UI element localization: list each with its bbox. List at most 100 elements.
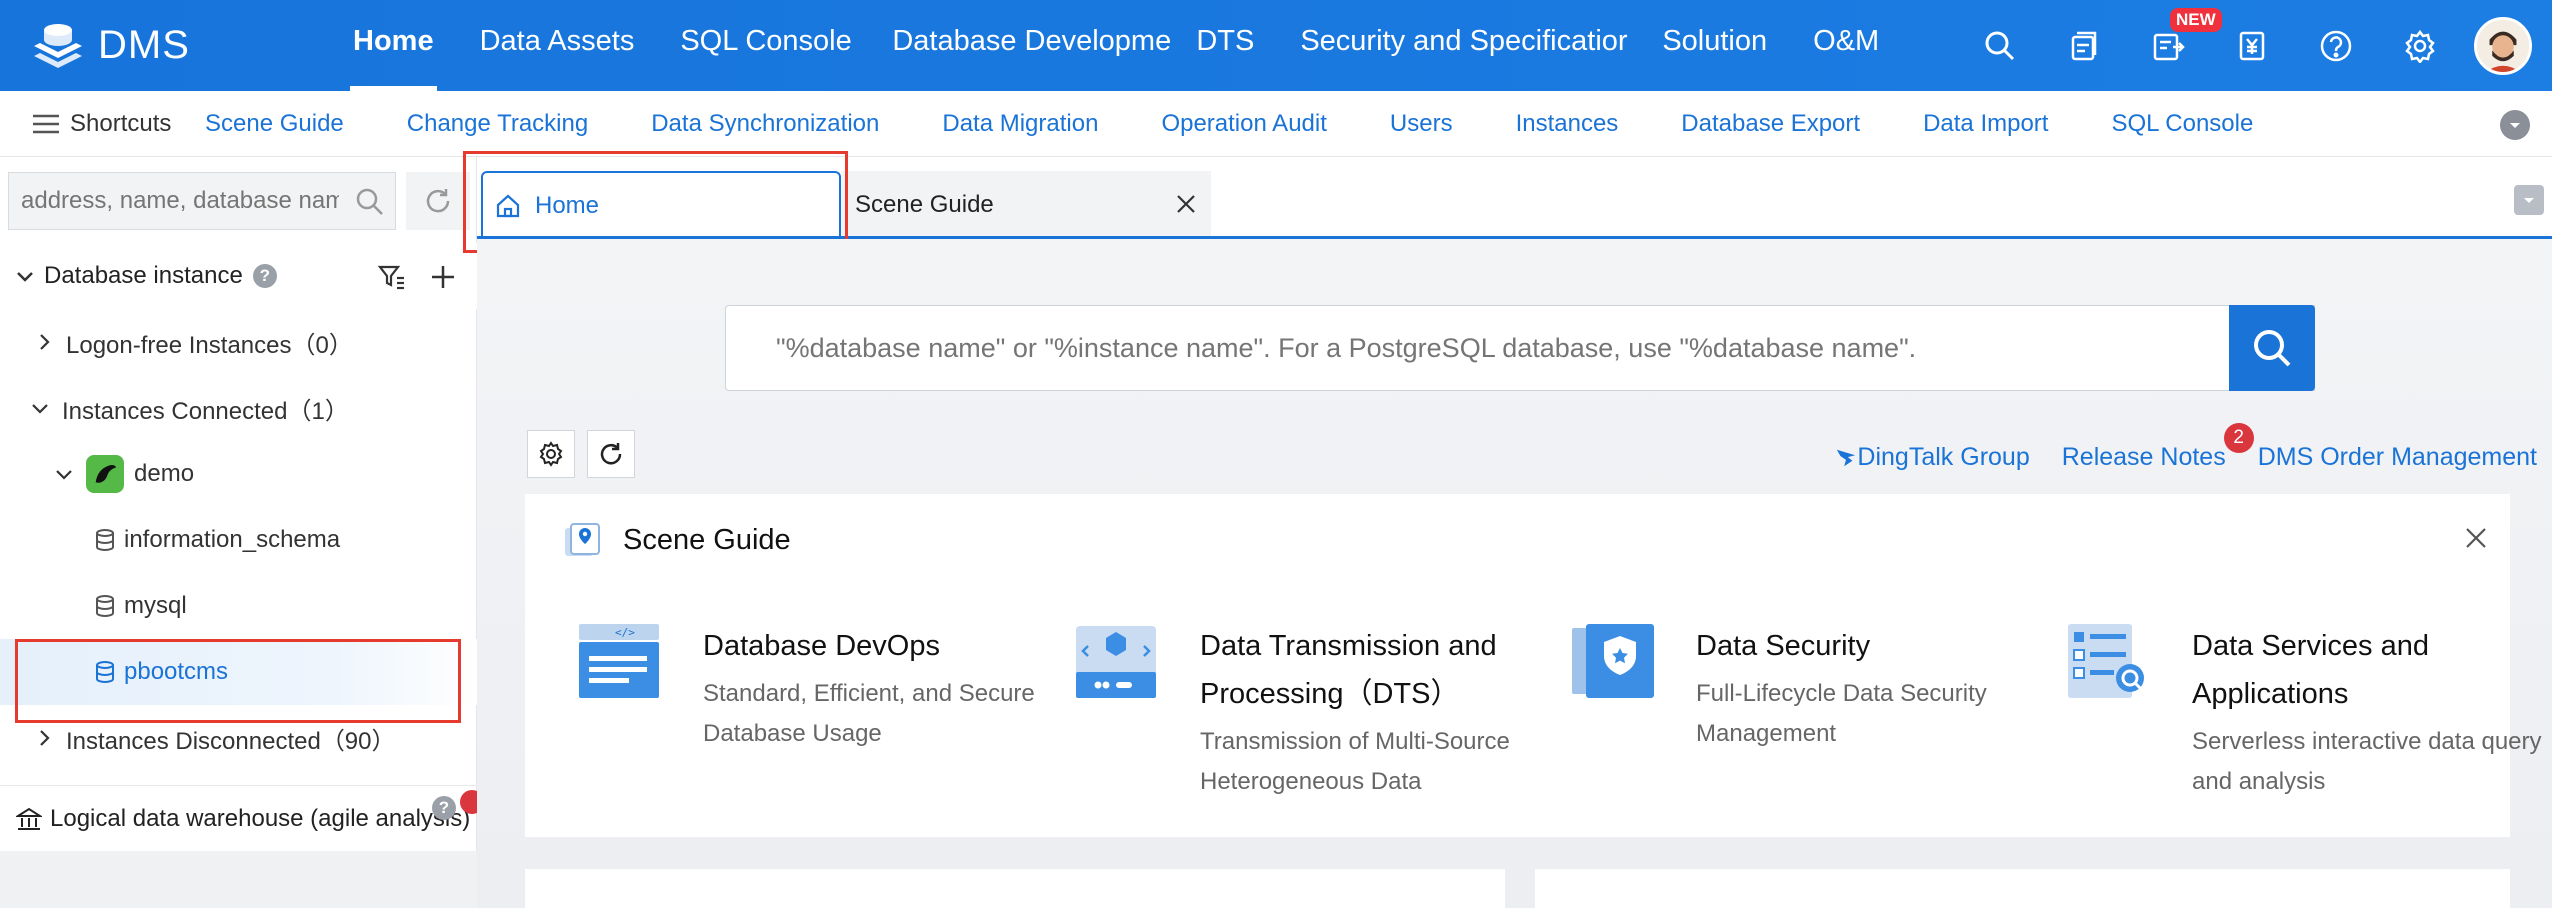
- filter-icon[interactable]: [377, 263, 405, 291]
- shortcut-links: Scene Guide Change Tracking Data Synchro…: [205, 110, 2316, 138]
- dingtalk-group-link[interactable]: DingTalk Group: [1835, 443, 2030, 472]
- shortcut-users[interactable]: Users: [1390, 110, 1453, 138]
- refresh-icon: [600, 443, 622, 465]
- nav-data-assets[interactable]: Data Assets: [457, 0, 658, 91]
- guide-title: Database DevOps: [703, 630, 940, 662]
- nav-dts[interactable]: DTS: [1173, 0, 1277, 91]
- quick-links: DingTalk Group Release Notes 2 DMS Order…: [1803, 423, 2537, 472]
- database-instance-header[interactable]: Database instance ?: [0, 243, 477, 309]
- add-instance-icon[interactable]: [429, 263, 457, 291]
- tabs-menu-button[interactable]: [2514, 185, 2544, 215]
- home-content: DingTalk Group Release Notes 2 DMS Order…: [477, 239, 2552, 908]
- tickets-icon[interactable]: [2042, 0, 2126, 91]
- guide-description: Serverless interactive data query and an…: [2192, 728, 2542, 795]
- shortcut-data-migration[interactable]: Data Migration: [942, 110, 1098, 138]
- release-notes-link[interactable]: Release Notes 2: [2062, 423, 2254, 472]
- search-icon[interactable]: [1958, 0, 2042, 91]
- guide-description: Standard, Efficient, and Secure Database…: [703, 680, 1035, 747]
- shortcut-data-synchronization[interactable]: Data Synchronization: [651, 110, 879, 138]
- dingtalk-group-label: DingTalk Group: [1857, 443, 2030, 471]
- close-icon[interactable]: [2464, 526, 2488, 550]
- data-security-shield-icon: [1572, 624, 1654, 698]
- chevron-right-icon: [40, 334, 50, 350]
- settings-gear-icon[interactable]: [2378, 0, 2462, 91]
- help-icon[interactable]: [2294, 0, 2378, 91]
- nav-solution[interactable]: Solution: [1639, 0, 1790, 91]
- global-search-button[interactable]: [2229, 305, 2315, 391]
- tree-node-information-schema[interactable]: information_schema: [0, 507, 477, 573]
- highlight-box-pbootcms: [15, 639, 461, 723]
- chevron-down-icon: [2524, 198, 2534, 203]
- tree-node-mysql[interactable]: mysql: [0, 573, 477, 639]
- search-icon: [2254, 330, 2291, 367]
- tab-scene-guide[interactable]: Scene Guide: [841, 171, 1211, 239]
- user-avatar[interactable]: [2474, 16, 2532, 75]
- home-refresh-button[interactable]: [587, 430, 635, 478]
- home-settings-button[interactable]: [527, 430, 575, 478]
- tree-node-logon-free[interactable]: Logon-free Instances（0）: [0, 309, 477, 375]
- sidebar-header-actions: [377, 263, 457, 291]
- close-icon[interactable]: [1175, 193, 1197, 215]
- left-sidebar: Database instance ? Logon-free Instances…: [0, 157, 484, 908]
- tree-node-instances-connected[interactable]: Instances Connected（1）: [0, 375, 477, 441]
- dms-logo[interactable]: DMS: [0, 20, 300, 72]
- chevron-down-icon: [32, 404, 48, 414]
- sidebar-search-row: [0, 157, 477, 243]
- guide-description: Full-Lifecycle Data Security Management: [1696, 680, 1987, 747]
- shortcut-operation-audit[interactable]: Operation Audit: [1161, 110, 1326, 138]
- nav-database-development[interactable]: Database Developmer: [869, 0, 1173, 91]
- global-search-box: [725, 305, 2315, 391]
- scene-guide-title: Scene Guide: [623, 523, 791, 556]
- scene-guide-items: </> Database DevOps Standard, Efficient,…: [525, 622, 2542, 822]
- warehouse-icon: [16, 807, 42, 830]
- my-tickets-card: [525, 869, 1505, 908]
- tree-node-label: mysql: [124, 592, 187, 619]
- dts-card: [1535, 869, 2510, 908]
- nav-security-specifications[interactable]: Security and Specificatior: [1277, 0, 1639, 91]
- app-title: DMS: [98, 23, 190, 67]
- scene-guide-header: Scene Guide: [563, 520, 791, 560]
- shortcut-scene-guide[interactable]: Scene Guide: [205, 110, 344, 138]
- instance-search-input[interactable]: [9, 187, 339, 215]
- shortcuts-menu[interactable]: Shortcuts: [0, 110, 205, 138]
- nav-sql-console[interactable]: SQL Console: [657, 0, 869, 91]
- guide-description: Transmission of Multi-Source Heterogeneo…: [1200, 728, 1510, 795]
- shortcut-data-import[interactable]: Data Import: [1923, 110, 2048, 138]
- guide-title: Data Security: [1696, 630, 1871, 662]
- dms-order-management-link[interactable]: DMS Order Management: [2258, 443, 2537, 472]
- tree-node-label: Logon-free Instances（0）: [66, 331, 353, 359]
- shortcuts-label: Shortcuts: [70, 109, 172, 137]
- logical-data-warehouse-section[interactable]: Logical data warehouse (agile analysis) …: [0, 785, 484, 851]
- tree-node-label: information_schema: [124, 526, 341, 553]
- help-icon[interactable]: ?: [252, 264, 277, 288]
- dingtalk-icon: [1837, 449, 1856, 466]
- tab-scene-guide-label: Scene Guide: [855, 191, 994, 218]
- shortcut-database-export[interactable]: Database Export: [1681, 110, 1860, 138]
- chevron-down-icon: [56, 470, 72, 480]
- database-instance-label: Database instance: [44, 262, 243, 289]
- tree-node-label: Instances Disconnected（90）: [66, 727, 396, 755]
- help-icon[interactable]: ?: [432, 796, 456, 820]
- nav-icon-group: NEW: [1958, 0, 2552, 91]
- shortcut-instances[interactable]: Instances: [1516, 110, 1619, 138]
- new-feature-icon[interactable]: NEW: [2126, 0, 2222, 91]
- refresh-button[interactable]: [406, 172, 470, 230]
- chevron-down-icon: [2510, 123, 2520, 128]
- shortcut-sql-console[interactable]: SQL Console: [2111, 110, 2253, 138]
- instance-search-box: [8, 172, 396, 230]
- nav-home[interactable]: Home: [330, 0, 457, 91]
- guide-title: Data Transmission and Processing（DTS）: [1200, 630, 1497, 710]
- shortcut-change-tracking[interactable]: Change Tracking: [407, 110, 588, 138]
- hamburger-menu-icon: [33, 114, 59, 133]
- nav-om[interactable]: O&M: [1790, 0, 1902, 91]
- top-nav-bar: DMS Home Data Assets SQL Console Databas…: [0, 0, 2552, 91]
- logical-data-warehouse-label: Logical data warehouse (agile analysis): [50, 804, 471, 832]
- guide-title: Data Services and Applications: [2192, 630, 2429, 710]
- chevron-down-icon: [17, 272, 33, 282]
- tree-node-demo-instance[interactable]: demo: [0, 441, 477, 507]
- shortcuts-expand-button[interactable]: [2500, 110, 2530, 140]
- global-search-input[interactable]: [726, 332, 2126, 364]
- scene-guide-card: Scene Guide </> Database DevOps Standard…: [525, 494, 2542, 837]
- billing-icon[interactable]: [2210, 0, 2294, 91]
- search-icon[interactable]: [355, 187, 385, 217]
